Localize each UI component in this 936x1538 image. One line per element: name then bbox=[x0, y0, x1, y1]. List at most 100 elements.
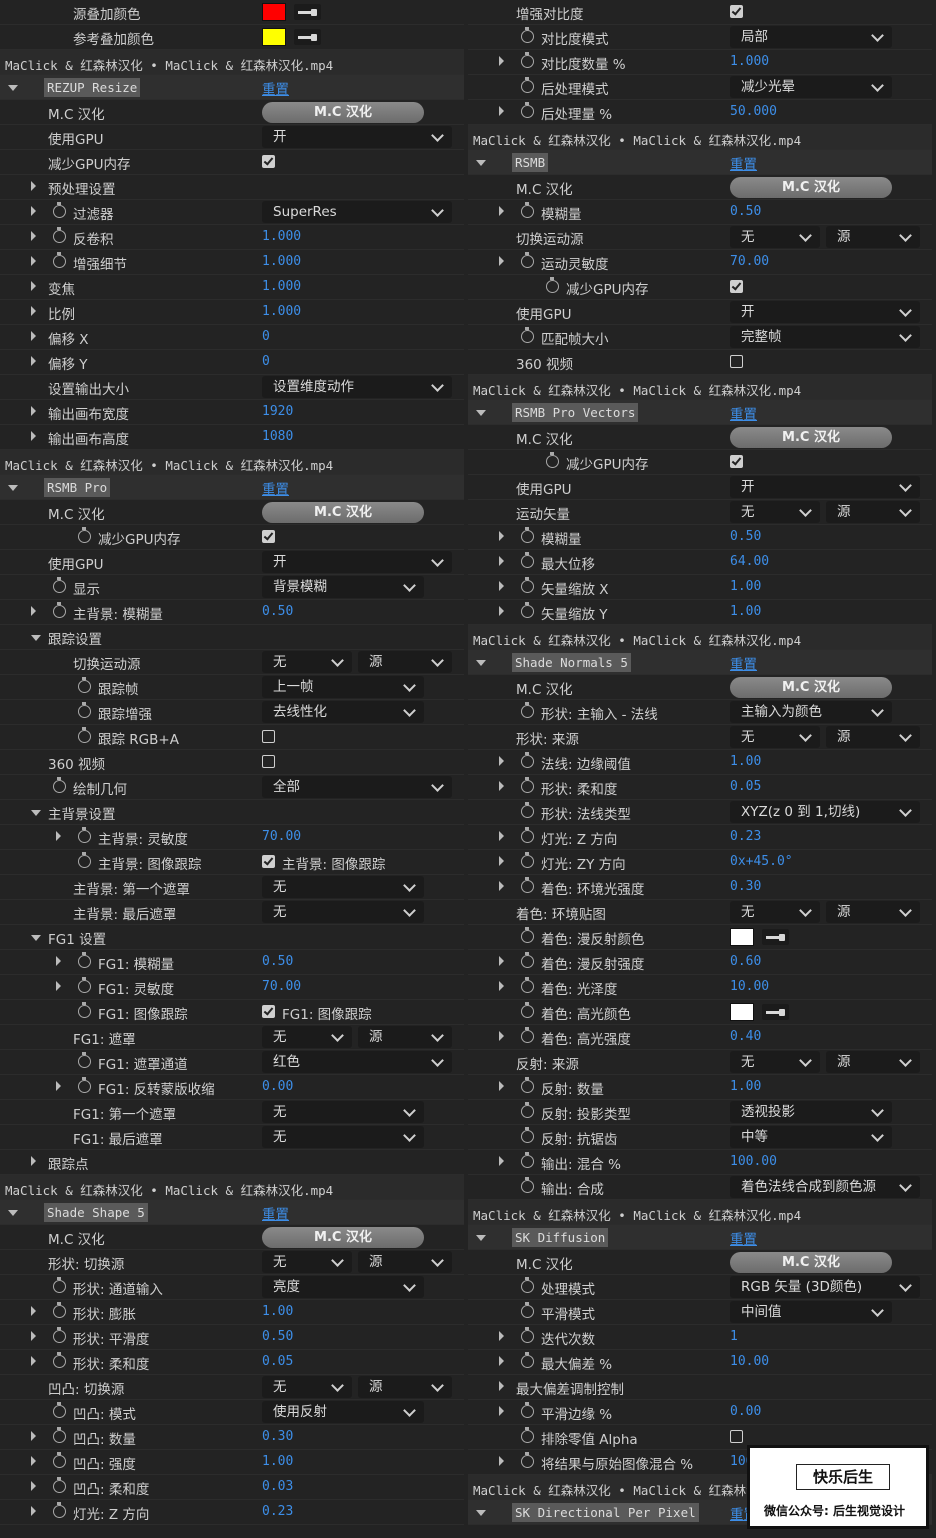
color-swatch[interactable] bbox=[730, 928, 754, 946]
twirl-arrow-icon[interactable] bbox=[499, 106, 504, 116]
property-value[interactable]: 0.40 bbox=[730, 1029, 761, 1044]
property-value[interactable]: 0.50 bbox=[730, 204, 761, 219]
dropdown[interactable]: 无 bbox=[730, 226, 820, 248]
dropdown[interactable]: XYZ(z 0 到 1,切线) bbox=[730, 801, 920, 823]
property-value[interactable]: 0 bbox=[262, 354, 270, 369]
stopwatch-icon[interactable] bbox=[521, 1427, 534, 1443]
dropdown[interactable]: 开 bbox=[262, 551, 452, 573]
twirl-arrow-icon[interactable] bbox=[31, 1506, 36, 1516]
stopwatch-icon[interactable] bbox=[53, 1327, 66, 1343]
property-value[interactable]: 70.00 bbox=[262, 979, 301, 994]
stopwatch-icon[interactable] bbox=[53, 202, 66, 218]
stopwatch-icon[interactable] bbox=[78, 952, 91, 968]
twirl-arrow-icon[interactable] bbox=[31, 935, 41, 941]
dropdown[interactable]: 减少光晕 bbox=[730, 76, 892, 98]
twirl-arrow-icon[interactable] bbox=[31, 810, 41, 816]
twirl-arrow-icon[interactable] bbox=[476, 1510, 486, 1516]
dropdown[interactable]: 红色 bbox=[262, 1051, 452, 1073]
twirl-arrow-icon[interactable] bbox=[31, 1331, 36, 1341]
reset-link[interactable]: 重置 bbox=[262, 78, 289, 98]
property-value[interactable]: 1.00 bbox=[262, 1304, 293, 1319]
stopwatch-icon[interactable] bbox=[78, 1002, 91, 1018]
twirl-arrow-icon[interactable] bbox=[499, 531, 504, 541]
twirl-arrow-icon[interactable] bbox=[499, 1331, 504, 1341]
checkbox[interactable] bbox=[730, 455, 743, 468]
dropdown[interactable]: SuperRes bbox=[262, 201, 452, 223]
stopwatch-icon[interactable] bbox=[521, 877, 534, 893]
dropdown-source[interactable]: 源 bbox=[358, 1026, 452, 1048]
property-value[interactable]: 0.30 bbox=[262, 1429, 293, 1444]
twirl-arrow-icon[interactable] bbox=[56, 956, 61, 966]
twirl-arrow-icon[interactable] bbox=[499, 956, 504, 966]
twirl-arrow-icon[interactable] bbox=[31, 1356, 36, 1366]
twirl-arrow-icon[interactable] bbox=[31, 281, 36, 291]
mc-button[interactable]: M.C 汉化 bbox=[262, 1227, 424, 1248]
stopwatch-icon[interactable] bbox=[78, 677, 91, 693]
twirl-arrow-icon[interactable] bbox=[499, 856, 504, 866]
stopwatch-icon[interactable] bbox=[53, 1352, 66, 1368]
stopwatch-icon[interactable] bbox=[78, 1052, 91, 1068]
dropdown[interactable]: 中间值 bbox=[730, 1301, 892, 1323]
twirl-arrow-icon[interactable] bbox=[31, 1431, 36, 1441]
dropdown[interactable]: 无 bbox=[730, 901, 820, 923]
dropdown[interactable]: 无 bbox=[730, 1051, 820, 1073]
property-value[interactable]: 1.000 bbox=[262, 279, 301, 294]
reset-link[interactable]: 重置 bbox=[730, 1228, 757, 1248]
stopwatch-icon[interactable] bbox=[521, 527, 534, 543]
dropdown[interactable]: 背景模糊 bbox=[262, 576, 424, 598]
dropdown[interactable]: 开 bbox=[730, 476, 920, 498]
twirl-arrow-icon[interactable] bbox=[499, 256, 504, 266]
stopwatch-icon[interactable] bbox=[53, 1427, 66, 1443]
checkbox[interactable] bbox=[730, 5, 743, 18]
dropdown-source[interactable]: 源 bbox=[358, 651, 452, 673]
checkbox[interactable] bbox=[262, 1005, 275, 1018]
twirl-arrow-icon[interactable] bbox=[31, 1156, 36, 1166]
checkbox[interactable] bbox=[262, 855, 275, 868]
property-value[interactable]: 1920 bbox=[262, 404, 293, 419]
twirl-arrow-icon[interactable] bbox=[31, 256, 36, 266]
dropdown[interactable]: 开 bbox=[262, 126, 452, 148]
stopwatch-icon[interactable] bbox=[521, 52, 534, 68]
dropdown[interactable]: 无 bbox=[262, 651, 352, 673]
checkbox[interactable] bbox=[730, 280, 743, 293]
stopwatch-icon[interactable] bbox=[78, 852, 91, 868]
stopwatch-icon[interactable] bbox=[521, 852, 534, 868]
reset-link[interactable]: 重置 bbox=[730, 653, 757, 673]
twirl-arrow-icon[interactable] bbox=[56, 1081, 61, 1091]
property-value[interactable]: 1.000 bbox=[262, 254, 301, 269]
stopwatch-icon[interactable] bbox=[521, 927, 534, 943]
stopwatch-icon[interactable] bbox=[521, 1177, 534, 1193]
eyedropper-icon[interactable] bbox=[294, 29, 321, 45]
dropdown[interactable]: 亮度 bbox=[262, 1276, 424, 1298]
property-value[interactable]: 1.00 bbox=[262, 1454, 293, 1469]
stopwatch-icon[interactable] bbox=[78, 727, 91, 743]
twirl-arrow-icon[interactable] bbox=[499, 981, 504, 991]
twirl-arrow-icon[interactable] bbox=[499, 881, 504, 891]
dropdown[interactable]: 无 bbox=[262, 876, 424, 898]
stopwatch-icon[interactable] bbox=[78, 977, 91, 993]
twirl-arrow-icon[interactable] bbox=[8, 485, 18, 491]
mc-button[interactable]: M.C 汉化 bbox=[730, 427, 892, 448]
dropdown[interactable]: 着色法线合成到颜色源 bbox=[730, 1176, 920, 1198]
dropdown[interactable]: 使用反射 bbox=[262, 1401, 424, 1423]
twirl-arrow-icon[interactable] bbox=[31, 431, 36, 441]
stopwatch-icon[interactable] bbox=[53, 252, 66, 268]
color-swatch[interactable] bbox=[262, 3, 286, 21]
stopwatch-icon[interactable] bbox=[521, 952, 534, 968]
property-value[interactable]: 1.000 bbox=[262, 229, 301, 244]
twirl-arrow-icon[interactable] bbox=[499, 1356, 504, 1366]
property-value[interactable]: 0.50 bbox=[730, 529, 761, 544]
twirl-arrow-icon[interactable] bbox=[31, 1481, 36, 1491]
stopwatch-icon[interactable] bbox=[521, 1327, 534, 1343]
stopwatch-icon[interactable] bbox=[521, 1302, 534, 1318]
twirl-arrow-icon[interactable] bbox=[56, 831, 61, 841]
dropdown[interactable]: 开 bbox=[730, 301, 920, 323]
mc-button[interactable]: M.C 汉化 bbox=[730, 677, 892, 698]
dropdown-source[interactable]: 源 bbox=[826, 226, 920, 248]
dropdown[interactable]: 设置维度动作 bbox=[262, 376, 452, 398]
stopwatch-icon[interactable] bbox=[521, 1127, 534, 1143]
color-swatch[interactable] bbox=[262, 28, 286, 46]
dropdown[interactable]: RGB 矢量 (3D颜色) bbox=[730, 1276, 920, 1298]
stopwatch-icon[interactable] bbox=[78, 527, 91, 543]
property-value[interactable]: 0.50 bbox=[262, 954, 293, 969]
